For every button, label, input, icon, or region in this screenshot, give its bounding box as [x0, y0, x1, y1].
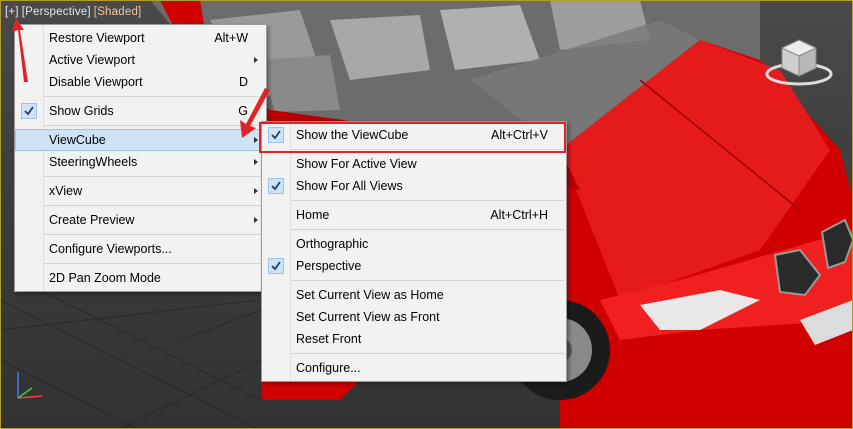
annotation-arrow-icon: [12, 18, 270, 138]
perspective-viewport[interactable]: [+] [Perspective] [Shaded] Restore Viewpor…: [0, 0, 853, 429]
